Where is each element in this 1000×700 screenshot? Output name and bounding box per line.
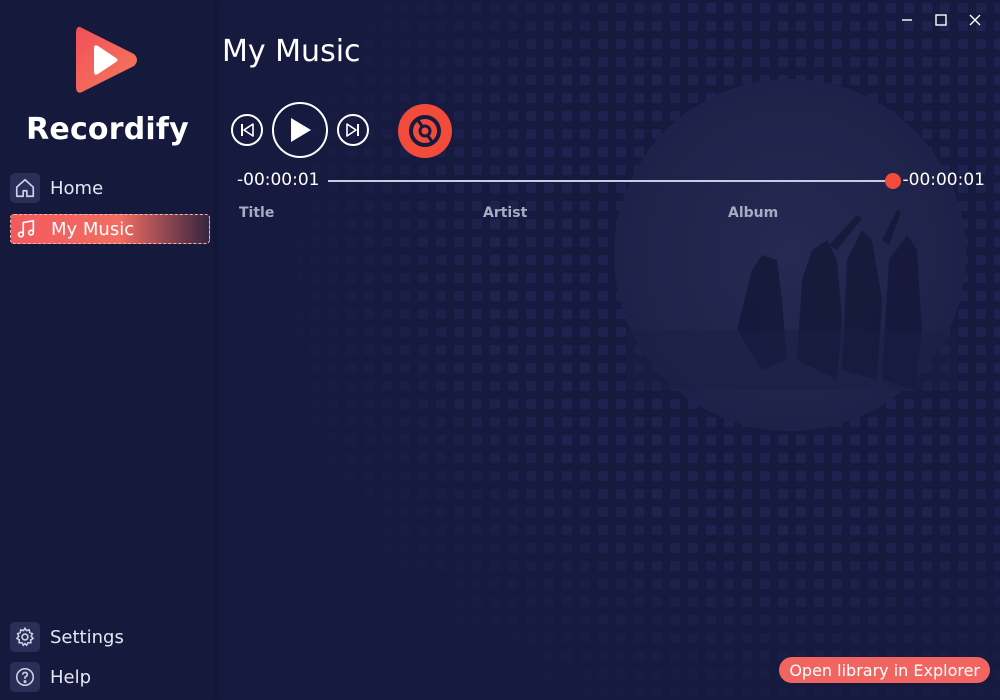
record-disc-button[interactable] [398, 104, 452, 158]
window-controls [890, 8, 992, 32]
recordify-logo-icon [76, 26, 137, 93]
column-header-artist[interactable]: Artist [483, 205, 527, 221]
previous-track-button[interactable] [231, 114, 263, 146]
minimize-button[interactable] [890, 8, 924, 32]
sidebar-item-home[interactable]: Home [10, 173, 210, 203]
close-icon [969, 14, 981, 26]
maximize-button[interactable] [924, 8, 958, 32]
play-button[interactable] [272, 102, 328, 158]
app-window: Recordify Home My Music Settings Help My… [0, 0, 1000, 700]
vinyl-disc-icon [409, 115, 441, 147]
elapsed-time: -00:00:01 [237, 170, 320, 190]
help-icon [10, 662, 40, 692]
sidebar-item-help[interactable]: Help [10, 662, 210, 692]
music-note-icon [11, 214, 41, 244]
remaining-time: -00:00:01 [902, 170, 986, 190]
gear-icon [10, 622, 40, 652]
home-icon [10, 173, 40, 203]
open-library-button[interactable]: Open library in Explorer [779, 657, 990, 683]
close-button[interactable] [958, 8, 992, 32]
progress-knob[interactable] [885, 173, 901, 189]
progress-bar[interactable] [328, 173, 901, 189]
maximize-icon [935, 14, 947, 26]
minimize-icon [902, 19, 912, 21]
skip-previous-icon [241, 123, 254, 137]
sidebar-item-settings[interactable]: Settings [10, 622, 210, 652]
sidebar-item-label: My Music [51, 218, 135, 240]
column-header-album[interactable]: Album [728, 205, 778, 221]
main-panel: My Music -00:00:01 -00:00:01 Title Artis… [217, 0, 1000, 700]
sidebar-item-label: Settings [50, 626, 124, 648]
app-brand-name: Recordify [26, 112, 189, 147]
sidebar-item-label: Home [50, 177, 104, 199]
next-track-button[interactable] [337, 114, 369, 146]
skip-next-icon [346, 123, 359, 137]
column-header-title[interactable]: Title [239, 205, 274, 221]
sidebar-item-label: Help [50, 666, 92, 688]
play-icon [291, 118, 311, 142]
sidebar: Recordify Home My Music Settings Help [0, 0, 215, 700]
sidebar-item-my-music[interactable]: My Music [10, 214, 210, 244]
page-title: My Music [222, 34, 361, 69]
